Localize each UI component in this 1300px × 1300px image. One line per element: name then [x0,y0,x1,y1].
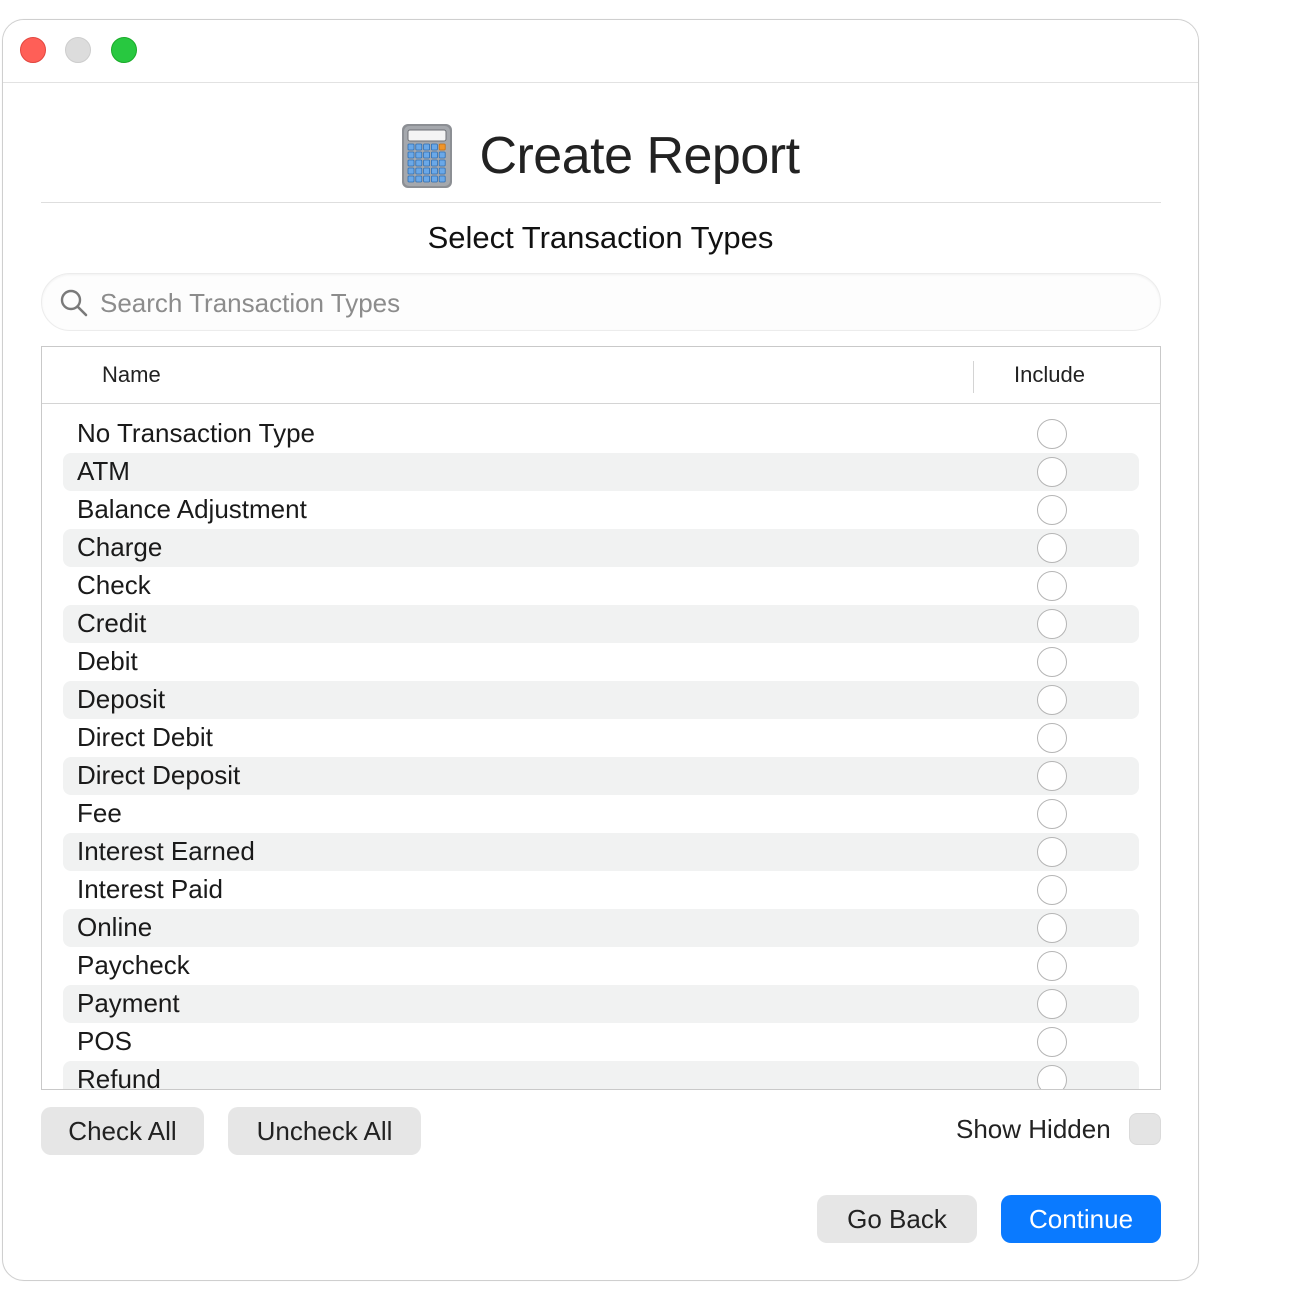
include-toggle[interactable] [1037,875,1067,905]
table-row[interactable]: Interest Earned [63,833,1139,871]
table-row[interactable]: Paycheck [63,947,1139,985]
show-hidden-label: Show Hidden [956,1114,1111,1144]
column-header-name[interactable]: Name [102,362,161,388]
include-toggle[interactable] [1037,419,1067,449]
include-toggle[interactable] [1037,1027,1067,1057]
table-row[interactable]: Direct Deposit [63,757,1139,795]
transaction-type-name: ATM [77,456,130,486]
table-row[interactable]: Online [63,909,1139,947]
transaction-type-name: Fee [77,798,122,828]
search-icon [60,289,88,317]
include-toggle[interactable] [1037,837,1067,867]
table-row[interactable]: POS [63,1023,1139,1061]
title-bar [3,20,1198,83]
transaction-type-name: Interest Paid [77,874,223,904]
close-window-button[interactable] [20,37,46,63]
include-toggle[interactable] [1037,647,1067,677]
include-toggle[interactable] [1037,761,1067,791]
table-row[interactable]: Balance Adjustment [63,491,1139,529]
include-toggle[interactable] [1037,989,1067,1019]
transaction-type-name: Interest Earned [77,836,255,866]
go-back-button[interactable]: Go Back [817,1195,977,1243]
table-row[interactable]: No Transaction Type [63,415,1139,453]
table-row[interactable]: Payment [63,985,1139,1023]
transaction-type-name: Payment [77,988,180,1018]
transaction-type-name: Direct Deposit [77,760,241,790]
table-row[interactable]: Fee [63,795,1139,833]
include-toggle[interactable] [1037,571,1067,601]
transaction-type-name: Debit [77,646,138,676]
transaction-type-name: POS [77,1026,132,1056]
search-input[interactable] [98,282,1142,324]
transaction-type-name: No Transaction Type [77,418,315,448]
transaction-types-table: Name Include No Transaction Type ATM Balan… [41,346,1161,1090]
calculator-icon [402,124,453,188]
include-toggle[interactable] [1037,685,1067,715]
transaction-type-name: Balance Adjustment [77,494,307,524]
table-row[interactable]: ATM [63,453,1139,491]
include-toggle[interactable] [1037,457,1067,487]
header-divider [41,202,1161,203]
table-row[interactable]: Charge [63,529,1139,567]
transaction-type-name: Check [77,570,151,600]
include-toggle[interactable] [1037,1065,1067,1089]
search-field[interactable] [41,273,1161,331]
section-subtitle: Select Transaction Types [427,220,774,255]
table-row[interactable]: Check [63,567,1139,605]
transaction-type-name: Online [77,912,153,942]
transaction-type-name: Credit [77,608,147,638]
report-header: Create Report [3,120,1198,192]
continue-button[interactable]: Continue [1001,1195,1161,1243]
minimize-window-button[interactable] [65,37,91,63]
transaction-type-name: Deposit [77,684,166,714]
check-all-button[interactable]: Check All [41,1107,204,1155]
uncheck-all-button[interactable]: Uncheck All [228,1107,421,1155]
table-row[interactable]: Direct Debit [63,719,1139,757]
include-toggle[interactable] [1037,913,1067,943]
page-title: Create Report [479,127,800,185]
table-header: Name Include [42,347,1160,404]
transaction-type-name: Direct Debit [77,722,213,752]
include-toggle[interactable] [1037,533,1067,563]
include-toggle[interactable] [1037,609,1067,639]
create-report-window: Create Report Select Transaction Types N… [2,19,1199,1281]
zoom-window-button[interactable] [111,37,137,63]
table-row[interactable]: Debit [63,643,1139,681]
transaction-type-name: Charge [77,532,163,562]
column-separator[interactable] [973,361,974,393]
table-row[interactable]: Refund [63,1061,1139,1090]
table-row[interactable]: Interest Paid [63,871,1139,909]
table-row[interactable]: Deposit [63,681,1139,719]
table-row[interactable]: Credit [63,605,1139,643]
include-toggle[interactable] [1037,951,1067,981]
include-toggle[interactable] [1037,723,1067,753]
include-toggle[interactable] [1037,495,1067,525]
column-header-include[interactable]: Include [1014,362,1085,388]
transaction-type-name: Paycheck [77,950,190,980]
show-hidden-checkbox[interactable] [1129,1113,1161,1145]
include-toggle[interactable] [1037,799,1067,829]
transaction-type-name: Refund [77,1064,161,1090]
table-body: No Transaction Type ATM Balance Adjustment… [42,415,1160,1090]
